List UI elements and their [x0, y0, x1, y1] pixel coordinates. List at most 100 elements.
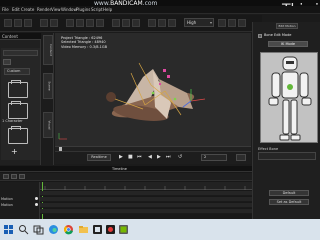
select-tool-icon[interactable]	[66, 19, 74, 27]
folder-icon[interactable]	[8, 126, 28, 144]
bone-picker[interactable]	[260, 52, 318, 143]
timeline-track[interactable]	[40, 209, 252, 214]
mannequin-selected-joint	[287, 84, 293, 90]
move-tool-icon[interactable]	[76, 19, 84, 27]
realtime-dropdown[interactable]: Realtime	[87, 154, 111, 161]
light-icon[interactable]	[122, 19, 130, 27]
track-visibility-icon[interactable]	[35, 203, 38, 206]
screenshot-icon[interactable]	[158, 19, 166, 27]
bandicam-icon[interactable]	[105, 224, 116, 235]
mannequin-diagram	[268, 56, 312, 141]
ruler-tick-group	[44, 186, 246, 190]
quality-value: High	[187, 20, 197, 25]
render-icon[interactable]	[148, 19, 156, 27]
camera-icon[interactable]	[112, 19, 120, 27]
scene-render	[58, 62, 206, 140]
menu-item-render[interactable]: Render	[37, 7, 51, 12]
nvidia-icon[interactable]	[118, 224, 129, 235]
menu-item-view[interactable]: View	[51, 7, 61, 12]
task-view-icon[interactable]	[33, 224, 44, 235]
folder-icon[interactable]	[8, 101, 28, 119]
tab-visual-label: Visual	[47, 120, 52, 130]
default-button[interactable]: Default	[269, 190, 309, 196]
timeline-track[interactable]	[40, 197, 252, 202]
new-project-icon[interactable]	[4, 19, 12, 27]
content-panel-title: Content	[0, 33, 41, 40]
timeline-track[interactable]	[40, 203, 252, 208]
menu-item-script[interactable]: Script	[91, 7, 103, 12]
track-label-motion: Motion	[1, 197, 13, 201]
grid-icon[interactable]	[132, 19, 140, 27]
breadcrumb[interactable]: Custom	[4, 68, 30, 75]
ik-mode-button[interactable]: IK Mode	[268, 41, 308, 47]
menu-item-window[interactable]: Window	[61, 7, 77, 12]
last-frame-icon[interactable]: ⏭	[166, 155, 171, 160]
track-visibility-icon[interactable]	[35, 197, 38, 200]
menu-item-plugins[interactable]: Plugins	[76, 7, 90, 12]
viewport-stats: Project Triangle : 62496 Selected Triang…	[61, 36, 131, 49]
content-search-bar[interactable]	[3, 50, 38, 56]
undo-icon[interactable]	[40, 19, 48, 27]
timeline-ruler[interactable]	[40, 182, 252, 190]
chevron-down-icon: ▾	[209, 20, 212, 25]
stop-icon[interactable]: ■	[128, 155, 133, 160]
folder-icon[interactable]	[8, 80, 28, 98]
stat-video-memory: Video Memory : 0.3/8.1GB	[61, 44, 107, 49]
rotate-tool-icon[interactable]	[86, 19, 94, 27]
fullscreen-icon[interactable]	[228, 19, 236, 27]
info-icon[interactable]	[238, 19, 246, 27]
scale-tool-icon[interactable]	[96, 19, 104, 27]
add-icon[interactable]: +	[11, 148, 18, 156]
ruler-ticks	[44, 186, 246, 190]
tab-content[interactable]: Content	[43, 35, 53, 65]
tab-visual[interactable]: Visual	[43, 112, 53, 138]
mannequin-part	[282, 99, 290, 135]
timeline-toggle-icon[interactable]	[236, 154, 246, 161]
video-icon[interactable]	[168, 19, 176, 27]
play-icon[interactable]: ▶	[119, 155, 123, 160]
windows-start-icon[interactable]	[3, 224, 14, 235]
tab-scene[interactable]: Scene	[43, 73, 53, 99]
bone-edit-label: Bone Edit Mode	[264, 33, 292, 37]
menu-item-edit[interactable]: Edit	[12, 7, 20, 12]
timeline-tool-icon[interactable]	[19, 174, 25, 179]
tab-content-label: Content	[48, 44, 53, 56]
character-figure	[106, 92, 116, 102]
bone-edit-checkbox[interactable]	[258, 34, 262, 38]
timeline-toolbar	[0, 173, 252, 181]
menu-bar: File Edit Create Render View Window Plug…	[0, 6, 320, 14]
save-project-icon[interactable]	[24, 19, 32, 27]
next-frame-icon[interactable]: ▶	[157, 155, 161, 160]
file-explorer-icon[interactable]	[78, 224, 89, 235]
timeline-tool-icon[interactable]	[3, 174, 9, 179]
quality-dropdown[interactable]: High ▾	[184, 18, 214, 27]
open-project-icon[interactable]	[14, 19, 22, 27]
chrome-icon[interactable]	[63, 224, 74, 235]
set-as-default-button[interactable]: Set as Default	[269, 199, 309, 205]
timeline-tool-icon[interactable]	[11, 174, 17, 179]
mannequin-part	[286, 61, 294, 64]
3d-viewport[interactable]	[55, 33, 251, 146]
loop-icon[interactable]: ↺	[178, 155, 182, 160]
first-frame-icon[interactable]: ⏮	[137, 155, 142, 160]
mannequin-part	[271, 72, 281, 98]
menu-item-file[interactable]: File	[2, 7, 9, 12]
track-label-motion: Motion	[1, 203, 13, 207]
menu-item-help[interactable]: Help	[103, 7, 112, 12]
settings-icon[interactable]	[218, 19, 226, 27]
menu-item-create[interactable]: Create	[21, 7, 34, 12]
frame-number-field[interactable]: 2	[201, 154, 227, 161]
effector-bone-field[interactable]	[258, 152, 316, 160]
timeline-header: Timeline	[0, 166, 252, 172]
mannequin-part	[301, 97, 312, 106]
timeline-track[interactable]	[40, 191, 252, 196]
search-icon[interactable]	[18, 224, 29, 235]
redo-icon[interactable]	[50, 19, 58, 27]
mannequin-part	[290, 134, 301, 141]
mannequin-part	[268, 97, 279, 106]
app-icon[interactable]	[92, 224, 103, 235]
back-button[interactable]	[3, 59, 11, 65]
tab-edit-motion[interactable]: Edit Motion	[276, 23, 298, 29]
prev-frame-icon[interactable]: ◀	[148, 155, 152, 160]
edge-icon[interactable]	[48, 224, 59, 235]
